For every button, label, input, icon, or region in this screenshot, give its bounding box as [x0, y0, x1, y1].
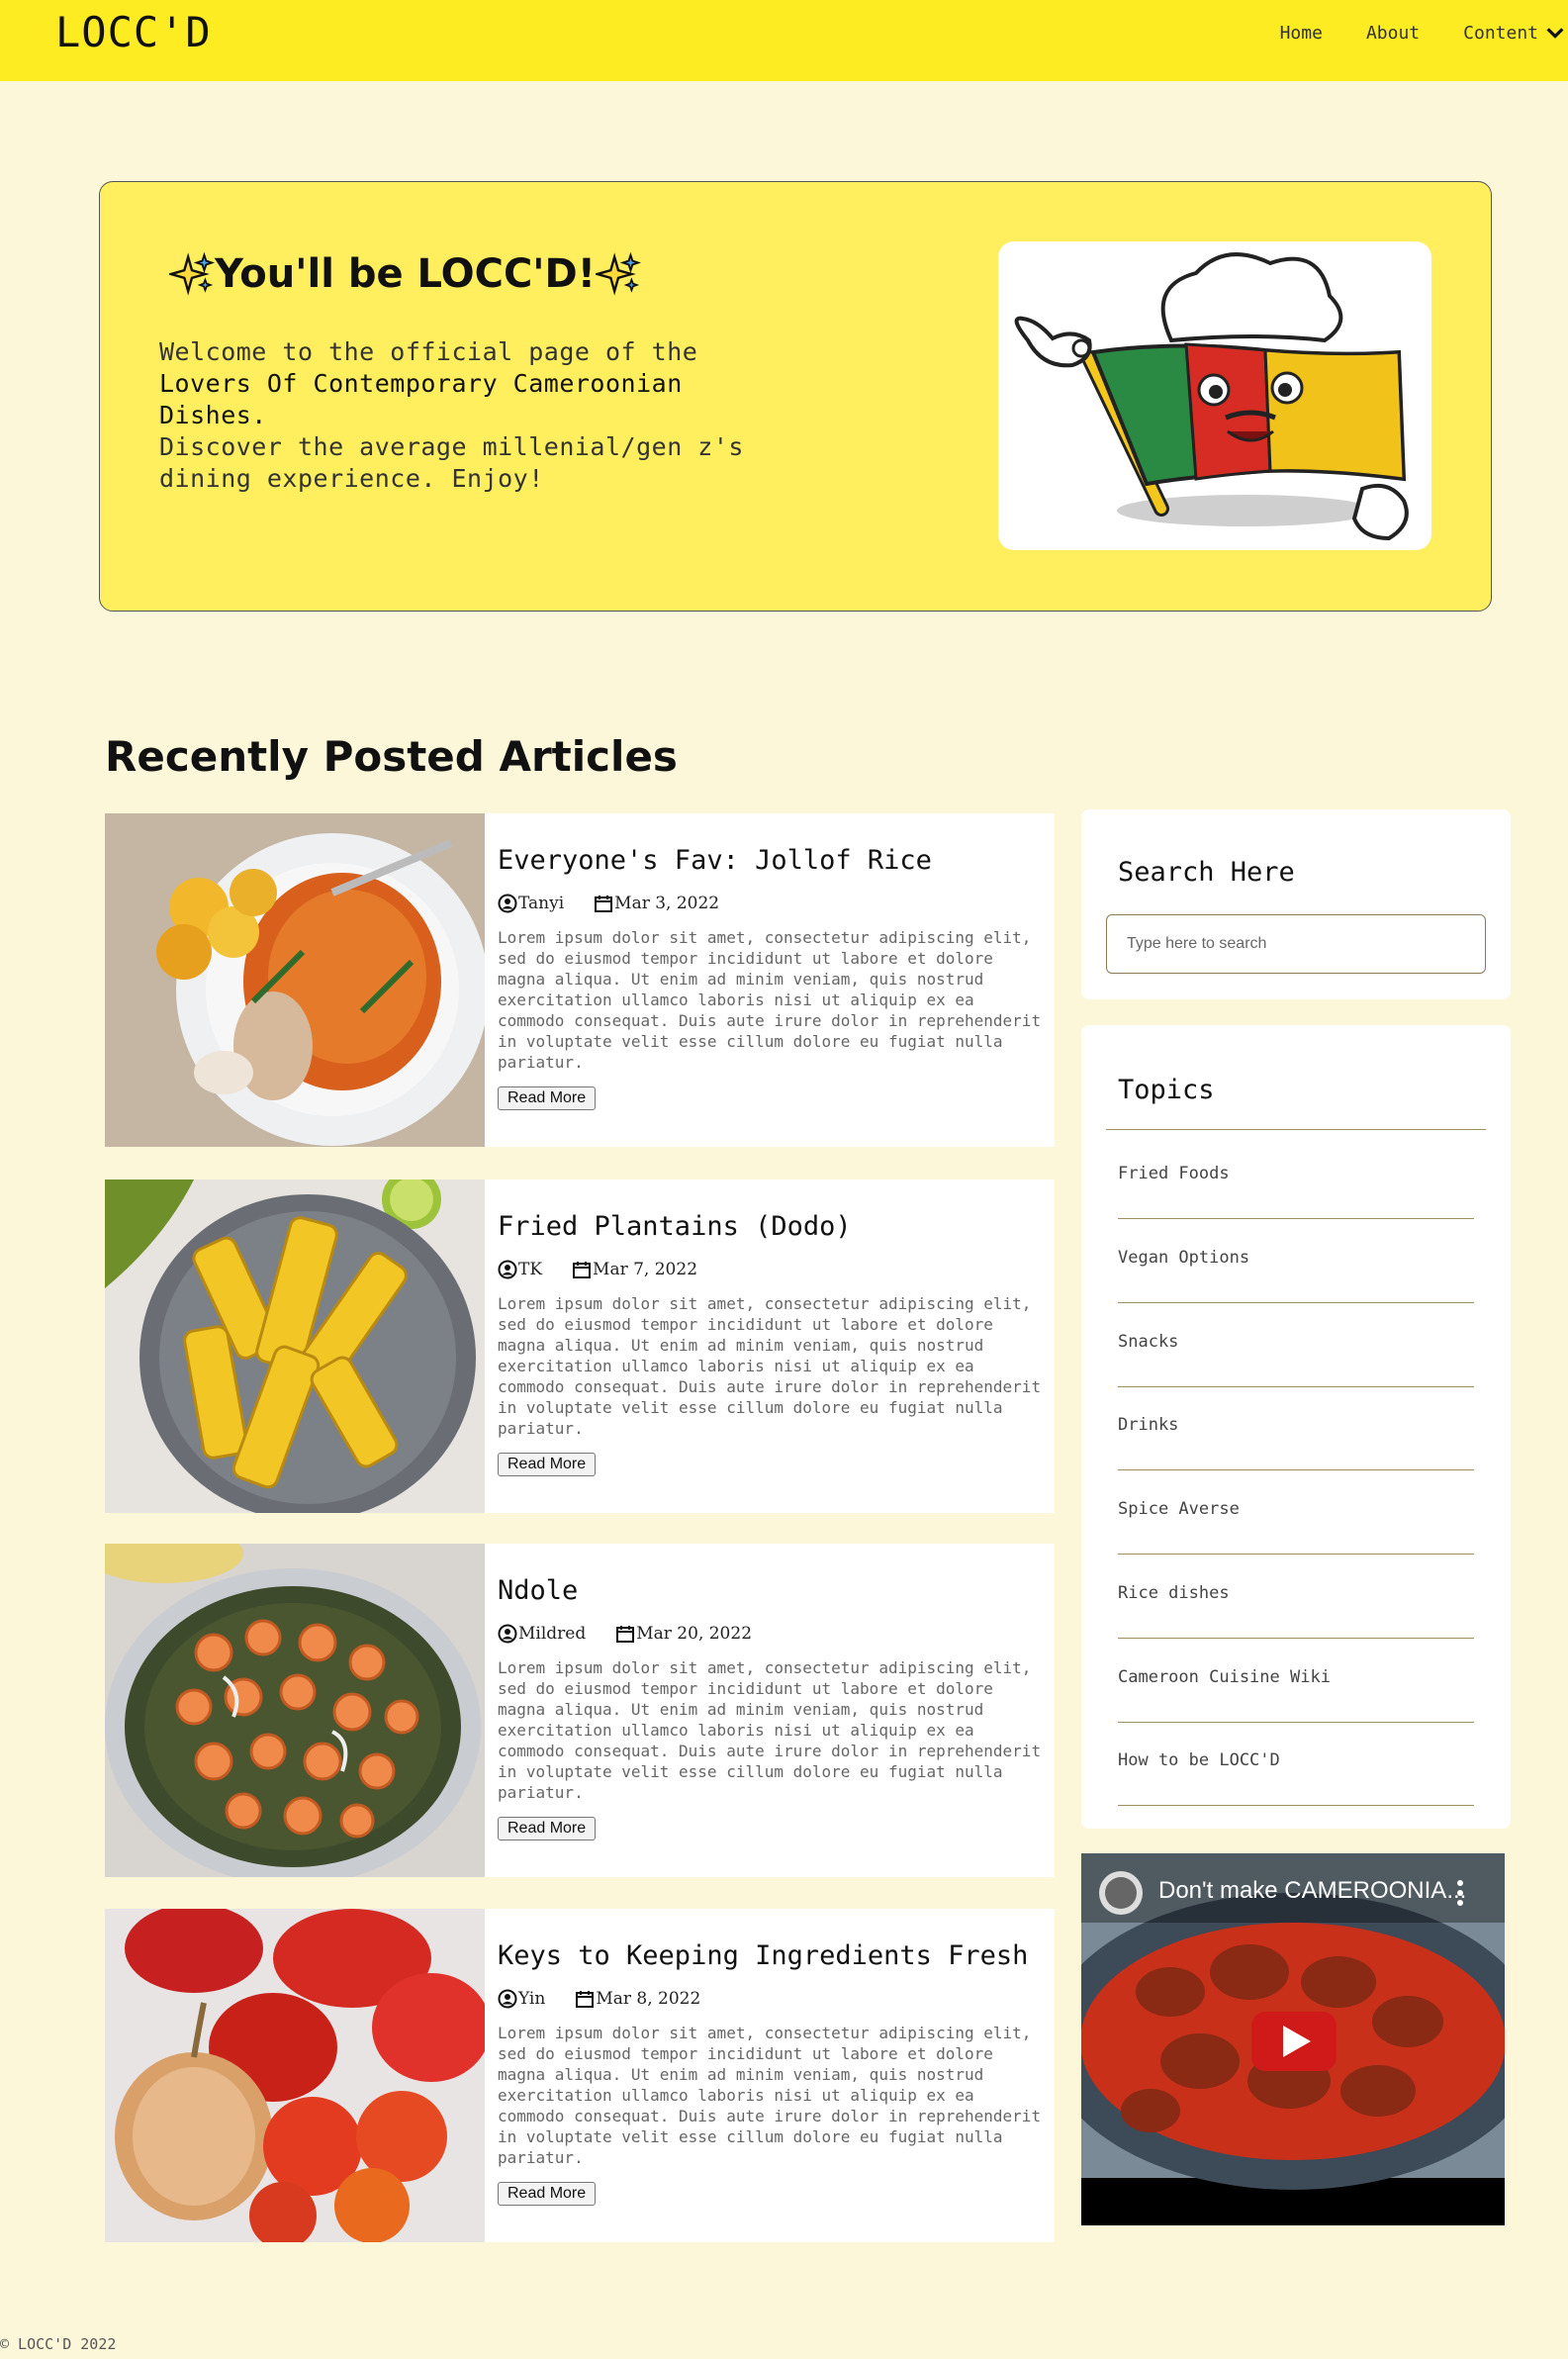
article-card: Fried Plantains (Dodo) TK Mar 7, 2022 Lo… — [105, 1180, 1055, 1513]
user-icon — [498, 894, 517, 913]
topic-link-rice-dishes[interactable]: Rice dishes — [1118, 1555, 1474, 1639]
read-more-button[interactable]: Read More — [498, 2182, 597, 2206]
read-more-button[interactable]: Read More — [498, 1817, 597, 1840]
topic-link-spice-averse[interactable]: Spice Averse — [1118, 1470, 1474, 1555]
topic-label: Snacks — [1118, 1332, 1179, 1352]
topic-link-snacks[interactable]: Snacks — [1118, 1303, 1474, 1387]
article-date: Mar 3, 2022 — [614, 894, 720, 913]
topic-link-drinks[interactable]: Drinks — [1118, 1386, 1474, 1470]
article-body: Everyone's Fav: Jollof Rice Tanyi Mar 3,… — [498, 845, 1042, 1110]
topic-label: Drinks — [1118, 1415, 1179, 1435]
sparkles-icon — [169, 251, 215, 296]
topic-label: Vegan Options — [1118, 1248, 1250, 1268]
video-thumbnail — [1081, 1853, 1505, 2225]
article-meta: Tanyi Mar 3, 2022 — [498, 894, 1042, 913]
article-author: Mildred — [518, 1624, 587, 1644]
read-more-button[interactable]: Read More — [498, 1086, 597, 1110]
article-body: Fried Plantains (Dodo) TK Mar 7, 2022 Lo… — [498, 1211, 1042, 1476]
jollof-rice-image — [105, 813, 485, 1147]
topic-label: Fried Foods — [1118, 1164, 1230, 1183]
article-title[interactable]: Keys to Keeping Ingredients Fresh — [498, 1940, 1042, 1971]
section-title: Recently Posted Articles — [105, 732, 678, 781]
topics-card: Topics Fried Foods Vegan Options Snacks … — [1081, 1025, 1511, 1829]
article-meta: Mildred Mar 20, 2022 — [498, 1624, 1042, 1644]
topic-link-vegan-options[interactable]: Vegan Options — [1118, 1219, 1474, 1303]
search-card: Search Here — [1081, 809, 1511, 999]
article-body: Ndole Mildred Mar 20, 2022 Lorem ipsum d… — [498, 1575, 1042, 1840]
article-title[interactable]: Fried Plantains (Dodo) — [498, 1211, 1042, 1242]
hero-line: dining experience. Enjoy! — [159, 464, 544, 493]
search-input[interactable] — [1106, 914, 1486, 974]
video-title: Don't make CAMEROONIA... — [1158, 1877, 1467, 1904]
article-author: TK — [518, 1260, 543, 1279]
article-excerpt: Lorem ipsum dolor sit amet, consectetur … — [498, 1658, 1042, 1802]
topics-divider — [1106, 1129, 1486, 1130]
sparkles-icon — [596, 251, 641, 296]
user-icon — [498, 1260, 517, 1279]
hero-title-text: You'll be LOCC'D! — [215, 251, 596, 297]
hero-line: Welcome to the official page of the — [159, 337, 698, 366]
chef-flag-mascot-image — [998, 241, 1431, 550]
ndole-image — [105, 1544, 485, 1877]
article-meta: TK Mar 7, 2022 — [498, 1260, 1042, 1279]
nav-links: Home About Content — [1237, 22, 1568, 44]
search-title: Search Here — [1118, 857, 1295, 888]
topics-title: Topics — [1118, 1075, 1215, 1105]
hero-title: You'll be LOCC'D! — [169, 251, 641, 297]
hero-line: Dishes. — [159, 401, 267, 429]
topic-link-cameroon-cuisine-wiki[interactable]: Cameroon Cuisine Wiki — [1118, 1639, 1474, 1723]
article-card: Everyone's Fav: Jollof Rice Tanyi Mar 3,… — [105, 813, 1055, 1147]
navbar: LOCC'D Home About Content — [0, 0, 1568, 81]
user-icon — [498, 1989, 517, 2009]
read-more-button[interactable]: Read More — [498, 1453, 597, 1476]
calendar-icon — [616, 1626, 635, 1643]
article-title[interactable]: Ndole — [498, 1575, 1042, 1606]
hero-description: Welcome to the official page of the Love… — [159, 336, 773, 495]
hero-banner: You'll be LOCC'D! Welcome to the officia… — [99, 181, 1492, 612]
user-icon — [498, 1624, 517, 1644]
topic-label: Rice dishes — [1118, 1583, 1230, 1603]
article-date: Mar 8, 2022 — [596, 1989, 701, 2009]
topic-label: Cameroon Cuisine Wiki — [1118, 1667, 1331, 1687]
nav-content-label: Content — [1463, 22, 1538, 44]
chevron-down-icon — [1546, 28, 1564, 39]
nav-content-dropdown[interactable]: Content — [1463, 22, 1566, 44]
article-excerpt: Lorem ipsum dolor sit amet, consectetur … — [498, 928, 1042, 1072]
nav-home-link[interactable]: Home — [1280, 23, 1323, 44]
hero-line: Discover the average millenial/gen z's — [159, 432, 744, 461]
article-card: Keys to Keeping Ingredients Fresh Yin Ma… — [105, 1909, 1055, 2242]
topic-label: Spice Averse — [1118, 1499, 1240, 1519]
topic-link-fried-foods[interactable]: Fried Foods — [1118, 1135, 1474, 1219]
article-excerpt: Lorem ipsum dolor sit amet, consectetur … — [498, 2024, 1042, 2167]
article-author: Tanyi — [518, 894, 565, 913]
article-meta: Yin Mar 8, 2022 — [498, 1989, 1042, 2009]
calendar-icon — [595, 896, 613, 912]
fried-plantains-image — [105, 1180, 485, 1513]
topic-link-how-to-be-loccd[interactable]: How to be LOCC'D — [1118, 1722, 1474, 1806]
hero-line: Lovers Of Contemporary Cameroonian — [159, 369, 683, 398]
calendar-icon — [576, 1991, 595, 2008]
nav-about-link[interactable]: About — [1366, 23, 1420, 44]
article-excerpt: Lorem ipsum dolor sit amet, consectetur … — [498, 1294, 1042, 1438]
youtube-video-embed[interactable]: Don't make CAMEROONIA... — [1081, 1853, 1505, 2225]
article-card: Ndole Mildred Mar 20, 2022 Lorem ipsum d… — [105, 1544, 1055, 1877]
footer-copyright: © LOCC'D 2022 — [0, 2335, 117, 2353]
article-date: Mar 20, 2022 — [636, 1624, 753, 1644]
article-title[interactable]: Everyone's Fav: Jollof Rice — [498, 845, 1042, 876]
article-date: Mar 7, 2022 — [593, 1260, 698, 1279]
calendar-icon — [573, 1262, 592, 1278]
article-author: Yin — [518, 1989, 546, 2009]
topic-label: How to be LOCC'D — [1118, 1750, 1280, 1770]
brand-logo[interactable]: LOCC'D — [55, 8, 212, 56]
article-body: Keys to Keeping Ingredients Fresh Yin Ma… — [498, 1940, 1042, 2206]
fresh-ingredients-image — [105, 1909, 485, 2242]
